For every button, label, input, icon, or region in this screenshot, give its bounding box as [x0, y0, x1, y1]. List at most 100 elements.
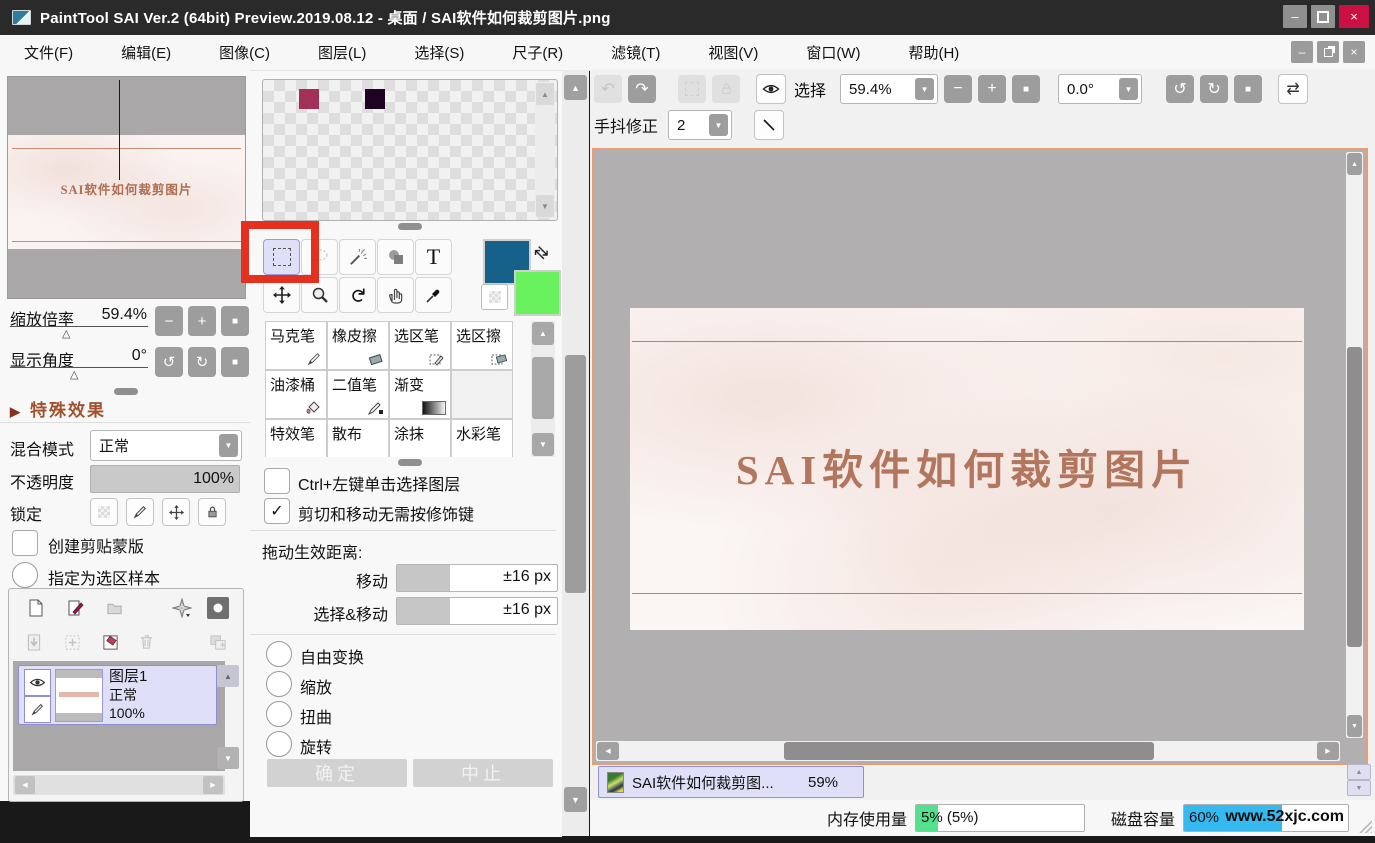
brush-gradient[interactable]: 渐变	[389, 370, 451, 419]
doc-restore-button[interactable]	[1317, 41, 1339, 63]
new-linework-layer-button[interactable]	[65, 597, 87, 619]
menu-filter[interactable]: 滤镜(T)	[587, 35, 684, 70]
tool-magic-wand[interactable]	[339, 239, 376, 275]
zoom-reset-button[interactable]: ■	[1012, 75, 1041, 103]
blend-mode-select[interactable]: 正常 ▼	[90, 430, 242, 461]
canvas-scroll-left-button[interactable]: ◀	[597, 742, 619, 760]
nav-zoom-slider-marker[interactable]: △	[62, 327, 70, 340]
nav-angle-reset-button[interactable]: ■	[221, 347, 249, 377]
angle-select[interactable]: 0.0° ▼	[1058, 74, 1143, 104]
merge-down-button[interactable]	[61, 631, 83, 653]
abort-button[interactable]: 中止	[413, 759, 553, 787]
layer-paint-mode-toggle[interactable]	[24, 696, 51, 723]
layer-row[interactable]: 图层1 正常 100%	[18, 665, 217, 725]
brush-scroll-up-button[interactable]: ▲	[532, 322, 554, 345]
zoom-in-button[interactable]: +	[978, 75, 1007, 103]
new-layer-button[interactable]	[25, 597, 47, 619]
chevron-down-icon[interactable]: ▼	[1119, 78, 1139, 100]
nav-zoom-out-button[interactable]: −	[155, 306, 183, 336]
brush-bucket[interactable]: 油漆桶	[265, 370, 327, 419]
special-effects-header[interactable]: ▶ 特殊效果	[10, 396, 106, 421]
tab-scroll-up-button[interactable]: ▲	[1347, 764, 1371, 780]
canvas-vscroll-thumb[interactable]	[1347, 347, 1362, 647]
layer-visibility-toggle[interactable]	[24, 669, 51, 696]
select-move-distance-slider[interactable]: ±16 px	[396, 597, 558, 625]
opacity-slider[interactable]: 100%	[90, 465, 240, 493]
layer-scroll-right-button[interactable]: ▶	[203, 776, 223, 794]
lock-pixels-button[interactable]	[126, 498, 154, 526]
chevron-down-icon[interactable]: ▼	[219, 434, 238, 457]
ctrl-click-layer-checkbox[interactable]	[264, 468, 290, 494]
brush-selection-eraser[interactable]: 选区擦	[451, 321, 513, 370]
line-quality-button[interactable]	[754, 110, 785, 140]
lock-transparency-button[interactable]	[90, 498, 118, 526]
lock-position-button[interactable]	[162, 498, 190, 526]
distort-radio[interactable]	[266, 701, 292, 727]
canvas-scroll-up-button[interactable]: ▲	[1347, 153, 1362, 175]
transfer-down-button[interactable]	[23, 631, 45, 653]
chevron-down-icon[interactable]: ▼	[709, 114, 729, 136]
brush-scroll-down-button[interactable]: ▼	[532, 433, 554, 456]
brush-effect-pen[interactable]: 特效笔	[265, 419, 327, 457]
menu-layer[interactable]: 图层(L)	[294, 35, 390, 70]
swatch-color-1[interactable]	[299, 89, 319, 109]
canvas-hscroll-thumb[interactable]	[784, 742, 1154, 760]
menu-view[interactable]: 视图(V)	[684, 35, 782, 70]
layer-scroll-up-button[interactable]: ▲	[217, 665, 239, 687]
redo-button[interactable]: ↷	[628, 75, 656, 103]
navigator-preview[interactable]: SAI软件如何裁剪图片	[7, 76, 246, 299]
panel-scrollbar[interactable]: ▲ ▼	[562, 70, 589, 836]
clipping-mask-checkbox[interactable]	[12, 530, 38, 556]
brush-scrollbar[interactable]: ▲ ▼	[531, 321, 555, 457]
brush-smudge[interactable]: 涂抹	[389, 419, 451, 457]
minimize-button[interactable]: –	[1283, 5, 1307, 28]
delete-layer-button[interactable]	[135, 631, 157, 653]
brush-marker[interactable]: 马克笔	[265, 321, 327, 370]
menu-ruler[interactable]: 尺子(R)	[488, 35, 587, 70]
menu-file[interactable]: 文件(F)	[0, 35, 97, 70]
brush-eraser[interactable]: 橡皮擦	[327, 321, 389, 370]
nav-zoom-in-button[interactable]: +	[188, 306, 216, 336]
canvas-scroll-down-button[interactable]: ▼	[1347, 715, 1362, 737]
selection-lock-button[interactable]	[712, 75, 740, 103]
panel-splitter-handle[interactable]	[398, 223, 422, 230]
tool-eyedropper[interactable]	[415, 277, 452, 313]
panel-scroll-up-button[interactable]: ▲	[564, 75, 587, 100]
nav-angle-slider-marker[interactable]: △	[70, 368, 78, 381]
canvas-hscrollbar[interactable]: ◀ ▶	[596, 741, 1340, 761]
panel-splitter-handle[interactable]	[114, 388, 138, 395]
nav-rotate-ccw-button[interactable]: ↺	[155, 347, 183, 377]
tool-text[interactable]: T	[415, 239, 452, 275]
resize-grip[interactable]	[1359, 820, 1372, 833]
panel-splitter-handle[interactable]	[398, 459, 422, 466]
tool-shape-select[interactable]	[377, 239, 414, 275]
menu-help[interactable]: 帮助(H)	[884, 35, 983, 70]
tab-scroll-down-button[interactable]: ▼	[1347, 780, 1371, 796]
zoom-select[interactable]: 59.4% ▼	[840, 74, 939, 104]
lock-all-button[interactable]	[198, 498, 226, 526]
brush-empty-slot[interactable]	[451, 370, 513, 419]
angle-reset-button[interactable]: ■	[1234, 75, 1263, 103]
nav-angle-slider[interactable]	[10, 367, 148, 368]
maximize-button[interactable]	[1311, 5, 1335, 28]
clear-layer-button[interactable]	[99, 631, 121, 653]
flip-view-button[interactable]: ⇄	[1278, 74, 1309, 104]
selection-visibility-button[interactable]	[756, 74, 786, 104]
scale-radio[interactable]	[266, 671, 292, 697]
brush-selection-pen[interactable]: 选区笔	[389, 321, 451, 370]
rotate-ccw-button[interactable]: ↺	[1166, 75, 1195, 103]
canvas-scroll-right-button[interactable]: ▶	[1317, 742, 1339, 760]
rotate-radio[interactable]	[266, 731, 292, 757]
brush-watercolor[interactable]: 水彩笔	[451, 419, 513, 457]
panel-scroll-thumb[interactable]	[565, 355, 586, 593]
selection-source-radio[interactable]	[12, 562, 38, 588]
layer-mask-button[interactable]	[207, 597, 229, 619]
swatch-scroll-up-button[interactable]: ▲	[536, 83, 554, 105]
nav-rotate-cw-button[interactable]: ↻	[188, 347, 216, 377]
layer-scroll-left-button[interactable]: ◀	[15, 776, 35, 794]
tool-rotate-view[interactable]: ↻	[339, 277, 376, 313]
swatch-scroll-down-button[interactable]: ▼	[536, 195, 554, 217]
menu-select[interactable]: 选择(S)	[390, 35, 488, 70]
chevron-down-icon[interactable]: ▼	[915, 78, 935, 100]
document-tab[interactable]: SAI软件如何裁剪图... 59%	[598, 766, 864, 798]
